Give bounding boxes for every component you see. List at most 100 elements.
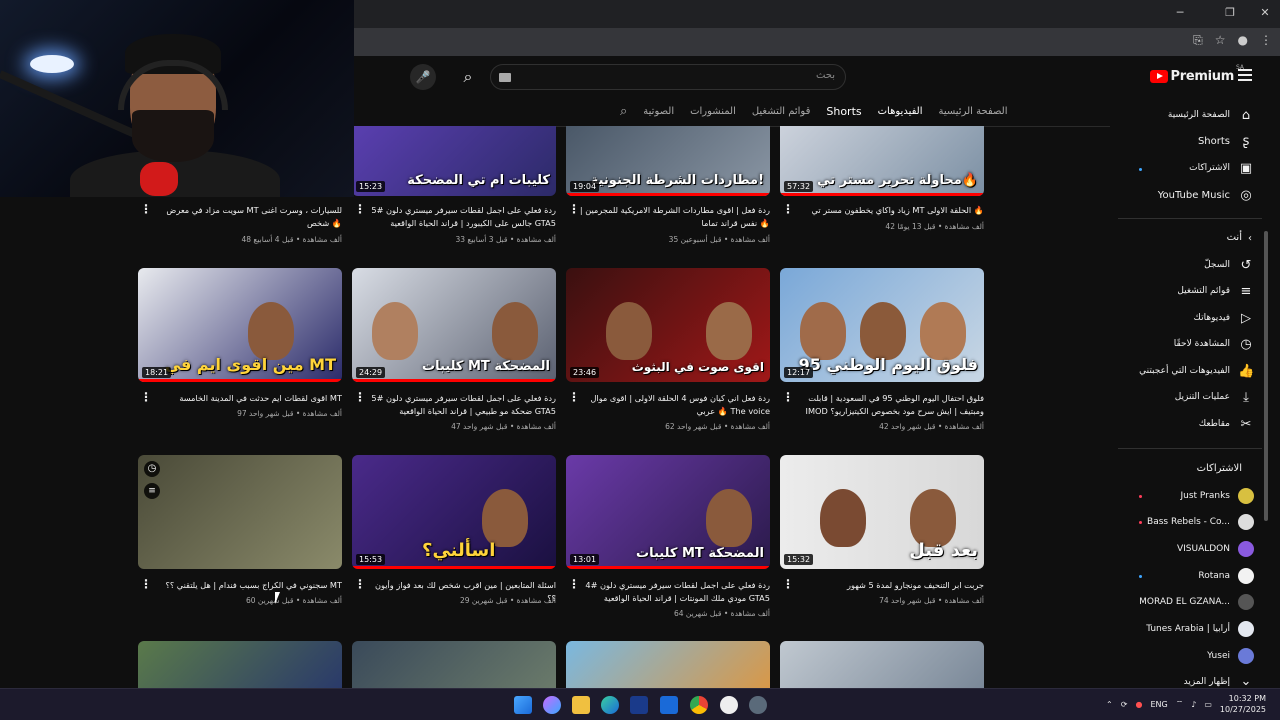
video-thumbnail[interactable]: كليبات ام تي المضحكة 15:23: [352, 126, 556, 196]
clips-icon[interactable]: ✂: [1238, 417, 1254, 433]
video-title[interactable]: ردة فعل | اقوى مطاردات الشرطة الامريكية …: [578, 204, 770, 230]
video-title[interactable]: زياد واكاي يخطفون مستر تي MT الحلقة الاو…: [792, 204, 984, 217]
avatar[interactable]: [1238, 541, 1254, 557]
avatar[interactable]: [1238, 568, 1254, 584]
mic-icon[interactable]: 🎤: [410, 64, 436, 90]
tab-playlists[interactable]: قوائم التشغيل: [752, 106, 811, 117]
sidebar-item-clips[interactable]: مقاطعك: [1199, 419, 1230, 429]
network-icon[interactable]: ⌔: [1176, 699, 1184, 709]
sidebar-sub-just-pranks[interactable]: Just Pranks: [1180, 491, 1230, 501]
sidebar-item-downloads[interactable]: عمليات التنزيل: [1175, 392, 1230, 402]
video-thumbnail[interactable]: [566, 641, 770, 688]
sidebar-item-home[interactable]: الصفحة الرئيسية: [1168, 110, 1230, 120]
video-title[interactable]: ردة فعلي على اجمل لقطات سيرفر ميستري دلو…: [364, 392, 556, 418]
video-thumbnail[interactable]: [138, 641, 342, 688]
avatar[interactable]: [1238, 648, 1254, 664]
video-thumbnail[interactable]: كليبات MT المضحكة 13:01: [566, 455, 770, 569]
settings-icon[interactable]: [749, 696, 767, 714]
avatar[interactable]: [1238, 514, 1254, 530]
sidebar-item-shorts[interactable]: Shorts: [1198, 136, 1230, 147]
tray-chevron-up-icon[interactable]: ⌃: [1106, 700, 1113, 709]
tab-home[interactable]: الصفحة الرئيسية: [938, 106, 1007, 117]
video-thumbnail[interactable]: ◷ ≡: [138, 455, 342, 569]
menu-dots-icon[interactable]: ⋮: [1260, 33, 1272, 48]
store-icon[interactable]: [630, 696, 648, 714]
watch-later-icon[interactable]: ◷: [1238, 337, 1254, 353]
sidebar-item-playlists[interactable]: قوائم التشغيل: [1177, 286, 1230, 296]
youtube-music-icon[interactable]: ◎: [1238, 188, 1254, 204]
video-thumbnail[interactable]: اقوى صوت في البثوث 23:46: [566, 268, 770, 382]
youtube-logo[interactable]: Premium SA: [1149, 64, 1244, 84]
video-title[interactable]: ردة فعلي على اجمل لقطات سيرفر ميستري دلو…: [578, 579, 770, 605]
sidebar-item-your-videos[interactable]: فيديوهاتك: [1194, 313, 1230, 323]
sidebar-item-subscriptions[interactable]: الاشتراكات: [1189, 163, 1230, 173]
video-thumbnail[interactable]: بعد قبل 15:32: [780, 455, 984, 569]
tray-app-icon[interactable]: ⟳: [1121, 700, 1128, 709]
copilot-icon[interactable]: [543, 696, 561, 714]
sidebar-item-history[interactable]: السجلّ: [1204, 260, 1230, 270]
sidebar-sub-visualdon[interactable]: VISUALDON: [1177, 544, 1230, 554]
video-thumbnail[interactable]: [352, 641, 556, 688]
sidebar-sub-morad[interactable]: MORAD EL GZANA...: [1139, 597, 1230, 607]
avatar[interactable]: [1238, 621, 1254, 637]
windows-start-icon[interactable]: [514, 696, 532, 714]
edge-icon[interactable]: [601, 696, 619, 714]
home-icon[interactable]: ⌂: [1238, 108, 1254, 124]
video-thumbnail[interactable]: [780, 641, 984, 688]
tab-shorts[interactable]: Shorts: [826, 105, 861, 118]
video-thumbnail[interactable]: مطاردات الشرطة الجنونية! 19:04: [566, 126, 770, 196]
scrollbar[interactable]: [1264, 231, 1268, 521]
sidebar-item-liked-videos[interactable]: الفيديوهات التي أعجبتني: [1139, 366, 1230, 376]
video-title[interactable]: اقوى لقطات ايم حدثت في المدينة الخامسة M…: [150, 392, 342, 405]
tray-app-icon[interactable]: ●: [1135, 700, 1142, 709]
video-thumbnail[interactable]: كليبات MT المضحكة 24:29: [352, 268, 556, 382]
subscriptions-icon[interactable]: ▣: [1238, 161, 1254, 177]
menu-icon[interactable]: [1238, 69, 1252, 81]
tab-posts[interactable]: المنشورات: [690, 106, 736, 117]
close-icon[interactable]: ✕: [1255, 6, 1275, 19]
minimize-icon[interactable]: ─: [1170, 6, 1190, 19]
like-icon[interactable]: 👍: [1238, 364, 1254, 380]
playlists-icon[interactable]: ≡: [1238, 284, 1254, 300]
volume-icon[interactable]: ♪: [1191, 700, 1196, 709]
profile-icon[interactable]: ●: [1238, 33, 1248, 48]
video-title[interactable]: سويت مزاد في معرض MT للسيارات ، وسرت اغن…: [150, 204, 342, 230]
cast-icon[interactable]: ⎘: [1193, 33, 1203, 48]
video-thumbnail[interactable]: فلوق اليوم الوطني 95 12:17: [780, 268, 984, 382]
avatar[interactable]: [1238, 594, 1254, 610]
sidebar-item-watch-later[interactable]: المشاهدة لاحقًا: [1174, 339, 1230, 349]
language-indicator[interactable]: ENG: [1150, 700, 1167, 709]
search-icon[interactable]: ⌕: [452, 64, 484, 90]
tab-videos[interactable]: الفيديوهات: [878, 106, 923, 117]
battery-icon[interactable]: ▭: [1204, 700, 1212, 709]
shorts-icon[interactable]: ʂ: [1238, 134, 1254, 150]
video-title[interactable]: ردة فعل اني كيان فوس 4 الحلقة الاولى | ا…: [578, 392, 770, 418]
outlook-icon[interactable]: [660, 696, 678, 714]
sidebar-you-heading[interactable]: أنت: [1227, 232, 1242, 243]
bookmark-star-icon[interactable]: ☆: [1215, 33, 1226, 48]
watch-later-icon[interactable]: ◷: [144, 461, 160, 477]
keyboard-icon[interactable]: [499, 73, 511, 82]
add-to-queue-icon[interactable]: ≡: [144, 483, 160, 499]
sidebar-show-more[interactable]: إظهار المزيد: [1184, 677, 1230, 687]
channel-search-icon[interactable]: ⌕: [620, 104, 627, 119]
sidebar-subscriptions-heading[interactable]: الاشتراكات: [1197, 463, 1242, 474]
video-thumbnail[interactable]: اسألني؟ 15:53: [352, 455, 556, 569]
video-thumbnail[interactable]: محاولة تحرير مستر تي🔥 57:32: [780, 126, 984, 196]
maximize-icon[interactable]: ❐: [1220, 6, 1240, 19]
sidebar-sub-yusei[interactable]: Yusei: [1207, 651, 1230, 661]
search-input[interactable]: بحث: [490, 64, 846, 90]
chrome-icon[interactable]: [690, 696, 708, 714]
sidebar-item-youtube-music[interactable]: YouTube Music: [1158, 190, 1230, 201]
video-title[interactable]: جربت ابر التنحيف مونجارو لمدة 5 شهور: [792, 579, 984, 592]
video-title[interactable]: سجنوني في الكراج بسبب فندام | هل يلتقني …: [150, 579, 342, 592]
obs-icon[interactable]: [720, 696, 738, 714]
file-explorer-icon[interactable]: [572, 696, 590, 714]
clock[interactable]: 10:32 PM 10/27/2025: [1220, 693, 1266, 715]
history-icon[interactable]: ↺: [1238, 258, 1254, 274]
video-thumbnail[interactable]: مين اقوى ايم في MT 18:21: [138, 268, 342, 382]
tab-podcasts[interactable]: الصوتية: [643, 106, 674, 117]
video-title[interactable]: فلوق احتفال اليوم الوطني 95 في السعودية …: [792, 392, 984, 418]
sidebar-sub-bass-rebels[interactable]: Bass Rebels - Co...: [1147, 517, 1230, 527]
your-videos-icon[interactable]: ▷: [1238, 311, 1254, 327]
